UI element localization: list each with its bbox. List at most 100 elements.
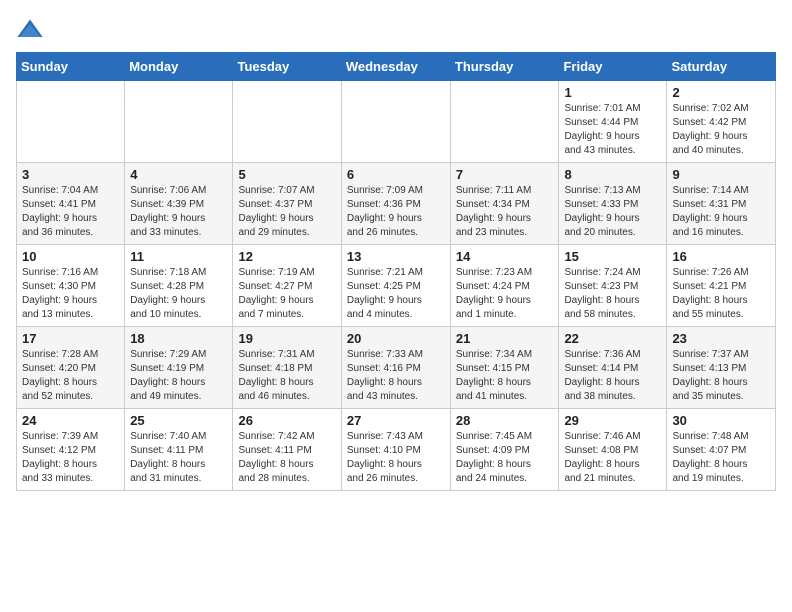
- calendar-cell: 18Sunrise: 7:29 AM Sunset: 4:19 PM Dayli…: [125, 327, 233, 409]
- day-number: 2: [672, 85, 770, 100]
- calendar-cell: 20 Sunrise: 7:33 AM Sunset: 4:16 PM Dayli…: [341, 327, 450, 409]
- calendar-cell: 8 Sunrise: 7:13 AM Sunset: 4:33 PM Daylig…: [559, 163, 667, 245]
- weekday-header: Thursday: [450, 53, 559, 81]
- day-info: Sunrise: 7:46 AM Sunset: 4:08 PM Dayligh…: [564, 430, 661, 486]
- day-info: Sunrise: 7:04 AM Sunset: 4:41 PM Dayligh…: [22, 184, 119, 240]
- calendar-cell: 4 Sunrise: 7:06 AM Sunset: 4:39 PM Daylig…: [125, 163, 233, 245]
- calendar-cell: 22Sunrise: 7:36 AM Sunset: 4:14 PM Dayli…: [559, 327, 667, 409]
- day-number: 24: [22, 413, 119, 428]
- weekday-header: Tuesday: [233, 53, 341, 81]
- day-info: Sunrise: 7:19 AM Sunset: 4:27 PM Dayligh…: [238, 266, 335, 322]
- day-number: 1: [564, 85, 661, 100]
- day-info: Sunrise: 7:42 AM Sunset: 4:11 PM Dayligh…: [238, 430, 335, 486]
- day-number: 7: [456, 167, 554, 182]
- day-info: Sunrise: 7:43 AM Sunset: 4:10 PM Dayligh…: [347, 430, 445, 486]
- day-number: 10: [22, 249, 119, 264]
- day-number: 29: [564, 413, 661, 428]
- day-info: Sunrise: 7:06 AM Sunset: 4:39 PM Dayligh…: [130, 184, 227, 240]
- day-number: 3: [22, 167, 119, 182]
- day-number: 5: [238, 167, 335, 182]
- day-number: 21: [456, 331, 554, 346]
- day-number: 15: [564, 249, 661, 264]
- day-info: Sunrise: 7:39 AM Sunset: 4:12 PM Dayligh…: [22, 430, 119, 486]
- calendar-cell: 6 Sunrise: 7:09 AM Sunset: 4:36 PM Daylig…: [341, 163, 450, 245]
- day-number: 13: [347, 249, 445, 264]
- day-number: 9: [672, 167, 770, 182]
- day-number: 11: [130, 249, 227, 264]
- calendar-cell: 7 Sunrise: 7:11 AM Sunset: 4:34 PM Daylig…: [450, 163, 559, 245]
- day-info: Sunrise: 7:01 AM Sunset: 4:44 PM Dayligh…: [564, 102, 661, 158]
- day-number: 22: [564, 331, 661, 346]
- day-number: 4: [130, 167, 227, 182]
- day-info: Sunrise: 7:34 AM Sunset: 4:15 PM Dayligh…: [456, 348, 554, 404]
- day-info: Sunrise: 7:21 AM Sunset: 4:25 PM Dayligh…: [347, 266, 445, 322]
- day-number: 8: [564, 167, 661, 182]
- calendar-cell: 9Sunrise: 7:14 AM Sunset: 4:31 PM Daylig…: [667, 163, 776, 245]
- calendar-cell: 11 Sunrise: 7:18 AM Sunset: 4:28 PM Dayli…: [125, 245, 233, 327]
- calendar-cell: 13 Sunrise: 7:21 AM Sunset: 4:25 PM Dayli…: [341, 245, 450, 327]
- day-info: Sunrise: 7:33 AM Sunset: 4:16 PM Dayligh…: [347, 348, 445, 404]
- day-number: 30: [672, 413, 770, 428]
- day-number: 18: [130, 331, 227, 346]
- calendar-cell: [450, 81, 559, 163]
- weekday-header: Friday: [559, 53, 667, 81]
- calendar-cell: 21 Sunrise: 7:34 AM Sunset: 4:15 PM Dayli…: [450, 327, 559, 409]
- day-info: Sunrise: 7:11 AM Sunset: 4:34 PM Dayligh…: [456, 184, 554, 240]
- calendar-week-row: 24 Sunrise: 7:39 AM Sunset: 4:12 PM Dayli…: [17, 409, 776, 491]
- weekday-header: Wednesday: [341, 53, 450, 81]
- calendar-week-row: 10 Sunrise: 7:16 AM Sunset: 4:30 PM Dayli…: [17, 245, 776, 327]
- day-info: Sunrise: 7:09 AM Sunset: 4:36 PM Dayligh…: [347, 184, 445, 240]
- day-info: Sunrise: 7:16 AM Sunset: 4:30 PM Dayligh…: [22, 266, 119, 322]
- logo: [16, 16, 48, 44]
- day-number: 19: [238, 331, 335, 346]
- logo-icon: [16, 16, 44, 44]
- day-number: 14: [456, 249, 554, 264]
- calendar-cell: [341, 81, 450, 163]
- day-number: 25: [130, 413, 227, 428]
- calendar-cell: 3 Sunrise: 7:04 AM Sunset: 4:41 PM Daylig…: [17, 163, 125, 245]
- calendar-cell: 30 Sunrise: 7:48 AM Sunset: 4:07 PM Dayli…: [667, 409, 776, 491]
- day-number: 16: [672, 249, 770, 264]
- day-info: Sunrise: 7:18 AM Sunset: 4:28 PM Dayligh…: [130, 266, 227, 322]
- day-info: Sunrise: 7:45 AM Sunset: 4:09 PM Dayligh…: [456, 430, 554, 486]
- day-number: 26: [238, 413, 335, 428]
- day-info: Sunrise: 7:28 AM Sunset: 4:20 PM Dayligh…: [22, 348, 119, 404]
- calendar-cell: 5 Sunrise: 7:07 AM Sunset: 4:37 PM Daylig…: [233, 163, 341, 245]
- day-info: Sunrise: 7:31 AM Sunset: 4:18 PM Dayligh…: [238, 348, 335, 404]
- day-info: Sunrise: 7:48 AM Sunset: 4:07 PM Dayligh…: [672, 430, 770, 486]
- page-header: [16, 16, 776, 44]
- day-number: 20: [347, 331, 445, 346]
- day-info: Sunrise: 7:13 AM Sunset: 4:33 PM Dayligh…: [564, 184, 661, 240]
- calendar-cell: [233, 81, 341, 163]
- calendar-cell: 26 Sunrise: 7:42 AM Sunset: 4:11 PM Dayli…: [233, 409, 341, 491]
- calendar-cell: 25 Sunrise: 7:40 AM Sunset: 4:11 PM Dayli…: [125, 409, 233, 491]
- day-number: 17: [22, 331, 119, 346]
- day-info: Sunrise: 7:24 AM Sunset: 4:23 PM Dayligh…: [564, 266, 661, 322]
- calendar-cell: [17, 81, 125, 163]
- calendar-cell: 14 Sunrise: 7:23 AM Sunset: 4:24 PM Dayli…: [450, 245, 559, 327]
- calendar-cell: 15 Sunrise: 7:24 AM Sunset: 4:23 PM Dayli…: [559, 245, 667, 327]
- calendar-cell: 12 Sunrise: 7:19 AM Sunset: 4:27 PM Dayli…: [233, 245, 341, 327]
- day-info: Sunrise: 7:23 AM Sunset: 4:24 PM Dayligh…: [456, 266, 554, 322]
- day-number: 28: [456, 413, 554, 428]
- calendar-table: SundayMondayTuesdayWednesdayThursdayFrid…: [16, 52, 776, 491]
- day-info: Sunrise: 7:40 AM Sunset: 4:11 PM Dayligh…: [130, 430, 227, 486]
- calendar-week-row: 3 Sunrise: 7:04 AM Sunset: 4:41 PM Daylig…: [17, 163, 776, 245]
- day-number: 27: [347, 413, 445, 428]
- weekday-header: Sunday: [17, 53, 125, 81]
- weekday-header-row: SundayMondayTuesdayWednesdayThursdayFrid…: [17, 53, 776, 81]
- day-info: Sunrise: 7:02 AM Sunset: 4:42 PM Dayligh…: [672, 102, 770, 158]
- calendar-cell: 2 Sunrise: 7:02 AM Sunset: 4:42 PM Daylig…: [667, 81, 776, 163]
- calendar-cell: 1 Sunrise: 7:01 AM Sunset: 4:44 PM Daylig…: [559, 81, 667, 163]
- day-number: 6: [347, 167, 445, 182]
- day-number: 12: [238, 249, 335, 264]
- calendar-week-row: 17 Sunrise: 7:28 AM Sunset: 4:20 PM Dayli…: [17, 327, 776, 409]
- calendar-cell: 19 Sunrise: 7:31 AM Sunset: 4:18 PM Dayli…: [233, 327, 341, 409]
- calendar-cell: 27 Sunrise: 7:43 AM Sunset: 4:10 PM Dayli…: [341, 409, 450, 491]
- calendar-cell: 10 Sunrise: 7:16 AM Sunset: 4:30 PM Dayli…: [17, 245, 125, 327]
- day-number: 23: [672, 331, 770, 346]
- calendar-cell: 28 Sunrise: 7:45 AM Sunset: 4:09 PM Dayli…: [450, 409, 559, 491]
- day-info: Sunrise: 7:07 AM Sunset: 4:37 PM Dayligh…: [238, 184, 335, 240]
- calendar-cell: 16Sunrise: 7:26 AM Sunset: 4:21 PM Dayli…: [667, 245, 776, 327]
- weekday-header: Monday: [125, 53, 233, 81]
